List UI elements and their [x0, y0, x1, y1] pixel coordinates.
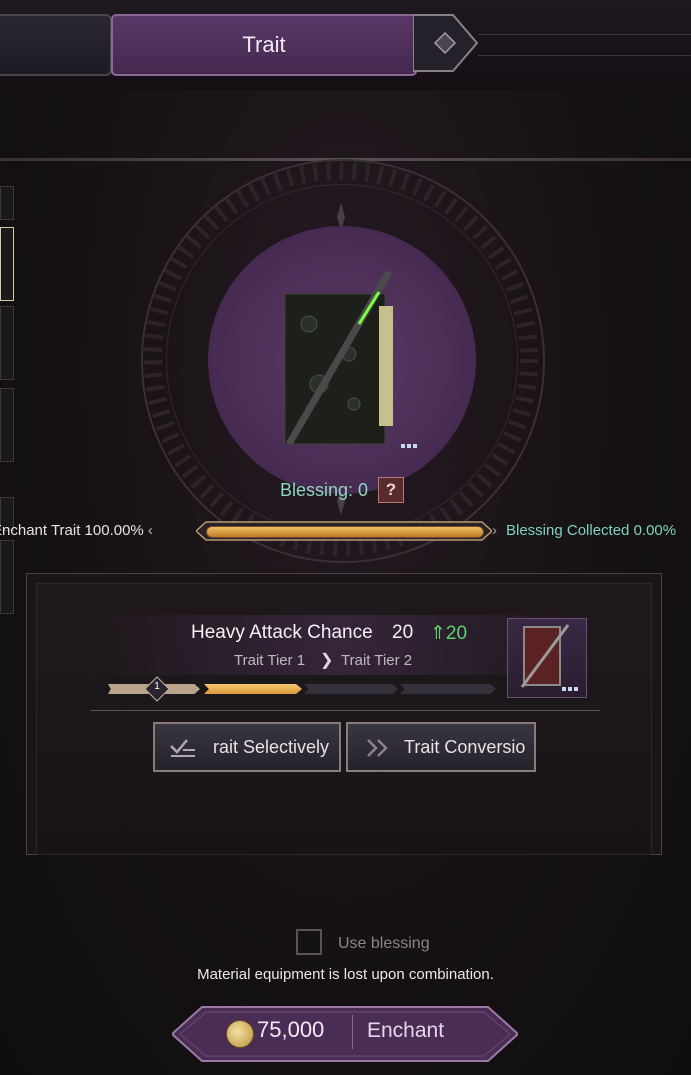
- gold-coin-icon: [226, 1020, 254, 1048]
- use-blessing-checkbox[interactable]: [296, 929, 322, 955]
- enchant-button-divider: [352, 1015, 353, 1049]
- side-slot[interactable]: [0, 540, 14, 614]
- chevron-right-icon: ❯: [320, 652, 334, 669]
- tier-from: Trait Tier 1: [234, 652, 306, 669]
- enchant-cost: 75,000: [257, 1017, 325, 1042]
- weapon-axe-icon[interactable]: [279, 264, 419, 454]
- top-tab-bar: Trait: [0, 0, 691, 90]
- panel-divider: [90, 710, 600, 711]
- material-item-slot[interactable]: [507, 618, 587, 698]
- trait-selectively-label: rait Selectively: [213, 737, 330, 757]
- conversion-icon: [367, 739, 388, 757]
- tab-bar-line: [478, 34, 691, 56]
- blessing-collected-label: Blessing Collected 0.00%: [506, 522, 677, 539]
- tab-trait[interactable]: Trait: [111, 14, 417, 76]
- material-axe-icon: [520, 624, 578, 691]
- chevron-right-icon: ›: [492, 522, 497, 539]
- trait-conversion-button[interactable]: Trait Conversio: [346, 722, 536, 772]
- trait-conversion-label: Trait Conversio: [404, 737, 526, 757]
- enchant-button[interactable]: [172, 1005, 518, 1063]
- use-blessing-label: Use blessing: [338, 935, 430, 952]
- material-loss-warning: Material equipment is lost upon combinat…: [197, 966, 494, 983]
- tab-previous[interactable]: [0, 14, 112, 76]
- trait-selectively-button[interactable]: rait Selectively: [153, 722, 341, 772]
- enchant-label: Enchant: [367, 1019, 445, 1042]
- stat-increase-value: 20: [445, 623, 468, 644]
- help-icon[interactable]: ?: [378, 477, 404, 503]
- tier-step-4: [400, 684, 496, 694]
- check-list-icon: [170, 739, 195, 757]
- stat-name: Heavy Attack Chance: [191, 622, 373, 643]
- enchant-trait-label: Enchant Trait 100.00% ‹: [0, 522, 153, 539]
- enchant-progress-bar: [194, 520, 494, 542]
- tab-ornament-icon: [413, 14, 479, 72]
- stat-value: 20: [392, 622, 414, 643]
- tier-to: Trait Tier 2: [341, 652, 413, 669]
- side-slot-selected[interactable]: [0, 227, 14, 301]
- tier-step-number: 1: [154, 681, 160, 692]
- side-slot[interactable]: [0, 306, 14, 380]
- side-slot[interactable]: [0, 388, 14, 462]
- stat-increase: ⇑20: [430, 623, 468, 644]
- enchant-progress-fill: [206, 526, 484, 538]
- side-slot[interactable]: [0, 186, 14, 220]
- tier-step-3: [304, 684, 398, 694]
- tier-step-2: [204, 684, 302, 694]
- blessing-count: Blessing: 0: [280, 480, 369, 500]
